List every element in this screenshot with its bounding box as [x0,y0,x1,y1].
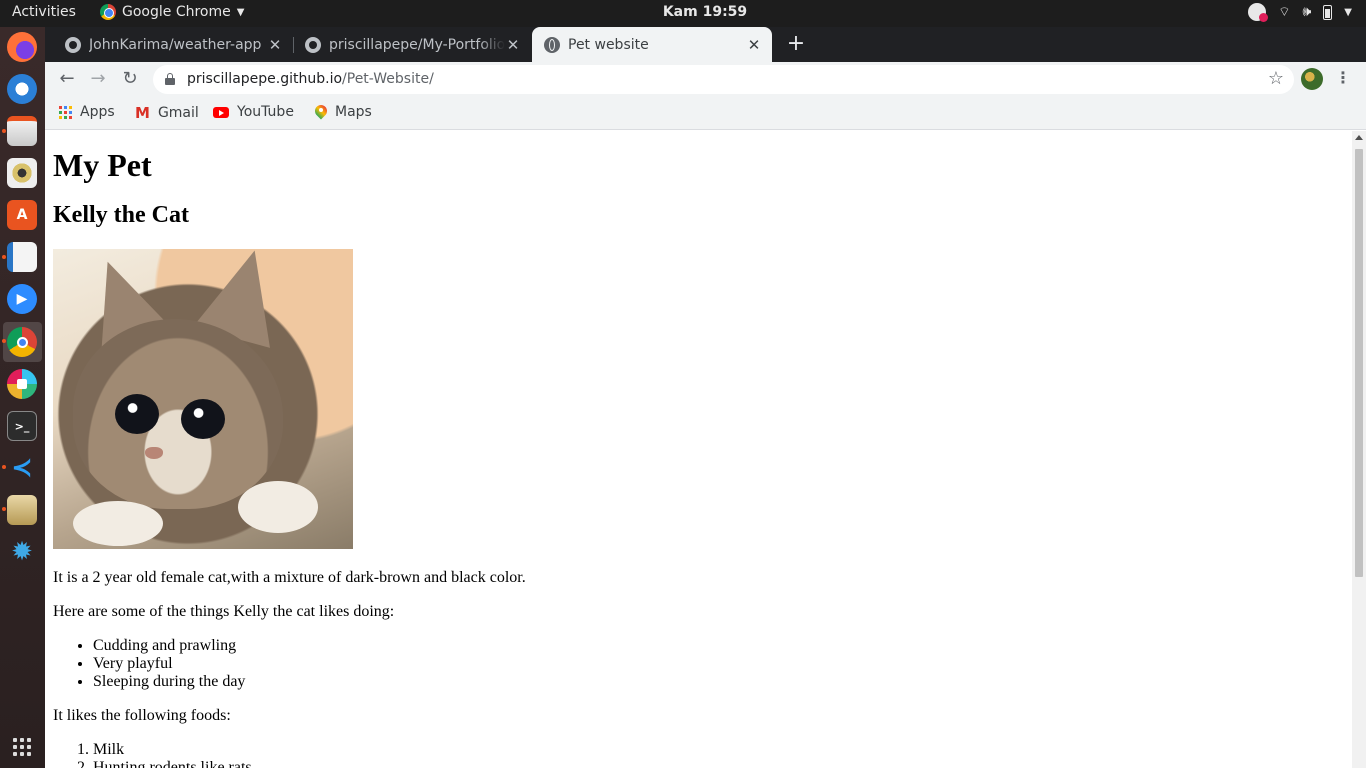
bookmark-label: Apps [80,104,115,120]
close-icon[interactable]: ✕ [746,36,762,54]
foods-list: Milk Hunting rodents like rats [53,741,1343,768]
page-scrollbar[interactable] [1352,131,1366,768]
software-center-icon[interactable]: A [7,200,37,230]
list-item: Milk [93,741,1343,759]
tab-pet-website[interactable]: Pet website ✕ [532,27,772,62]
close-icon[interactable]: ✕ [505,36,521,54]
firefox-icon[interactable] [7,32,37,62]
slack-status-icon[interactable] [1248,3,1269,22]
lock-icon[interactable] [165,73,175,85]
terminal-icon[interactable]: >_ [7,411,37,441]
zoom-icon[interactable]: ▶ [7,284,37,314]
wifi-icon[interactable]: ⌔ [1278,4,1290,20]
browser-toolbar: ← → ↻ priscillapepe.github.io/Pet-Websit… [45,62,1366,96]
thunderbird-icon[interactable] [7,74,37,104]
clock[interactable]: Kam 19:59 [0,4,1366,20]
pet-name-heading: Kelly the Cat [53,202,189,228]
github-icon [305,36,321,53]
battery-icon[interactable] [1323,4,1333,20]
reload-button[interactable]: ↻ [118,67,142,91]
chevron-down-icon[interactable]: ▼ [1344,7,1352,18]
list-item: Cudding and prawling [93,637,1343,655]
bookmarks-bar: Apps M Gmail YouTube Maps [45,96,1366,130]
forward-button[interactable]: → [86,67,110,91]
tab-title: JohnKarima/weather-app [89,36,262,53]
bookmark-label: YouTube [237,104,294,120]
running-indicator [2,255,6,259]
likes-list: Cudding and prawling Very playful Sleepi… [53,637,1343,691]
chrome-menu-icon[interactable]: ⋮ [1335,68,1351,87]
bookmark-label: Gmail [157,105,199,121]
vscode-icon[interactable]: ≺ [7,453,37,483]
page-content: My Pet Kelly the Cat It is a 2 year old … [53,131,1343,768]
chrome-window: JohnKarima/weather-app ✕ priscillapepe/M… [45,27,1366,768]
gmail-icon: M [135,104,150,122]
page-viewport[interactable]: My Pet Kelly the Cat It is a 2 year old … [45,131,1352,768]
cat-paw-right [238,481,318,533]
bookmark-youtube[interactable]: YouTube [213,104,294,120]
github-icon [65,36,81,53]
foods-intro: It likes the following foods: [53,707,231,724]
running-indicator [2,507,6,511]
list-item: Very playful [93,655,1343,673]
cat-nose [145,447,163,459]
new-tab-button[interactable]: + [783,32,809,58]
slack-icon[interactable] [7,369,37,399]
pet-description: It is a 2 year old female cat,with a mix… [53,569,526,586]
tab-portfolio[interactable]: priscillapepe/My-Portfolio ✕ [293,27,531,62]
bookmark-star-icon[interactable]: ☆ [1268,68,1284,89]
apps-grid-icon [59,105,72,119]
ubuntu-dock: A ▶ >_ ≺ ✹ [0,27,45,768]
rhythmbox-icon[interactable] [7,158,37,188]
globe-icon [544,36,560,53]
volume-icon[interactable]: 🕪 [1302,4,1311,20]
running-indicator [2,465,6,469]
chrome-dock-icon[interactable] [7,327,37,357]
page-title: My Pet [53,147,152,183]
address-bar[interactable]: priscillapepe.github.io/Pet-Website/ ☆ [153,65,1294,94]
bookmark-label: Maps [335,104,372,120]
running-indicator [2,129,6,133]
close-icon[interactable]: ✕ [267,36,283,54]
writer-icon[interactable] [7,242,37,272]
tab-weather-app[interactable]: JohnKarima/weather-app ✕ [53,27,293,62]
settings-icon[interactable]: ✹ [7,537,37,567]
scrollbar-thumb[interactable] [1355,149,1363,577]
cat-head [73,319,283,509]
back-button[interactable]: ← [55,67,79,91]
tab-title: priscillapepe/My-Portfolio [329,36,505,53]
scroll-up-arrow-icon[interactable] [1355,135,1363,140]
image-viewer-icon[interactable] [7,495,37,525]
files-icon[interactable] [7,116,37,146]
bookmark-apps[interactable]: Apps [59,104,115,120]
cat-eye-right [181,399,225,439]
cat-paw-left [73,501,163,546]
bookmark-gmail[interactable]: M Gmail [135,104,199,122]
tab-title: Pet website [568,36,649,53]
bookmark-maps[interactable]: Maps [315,104,372,120]
list-item: Hunting rodents like rats [93,759,1343,768]
list-item: Sleeping during the day [93,673,1343,691]
show-applications-icon[interactable] [7,732,37,762]
cat-eye-left [115,394,159,434]
maps-icon [315,105,327,120]
cat-photo [53,249,353,549]
profile-avatar[interactable] [1301,68,1323,90]
tab-strip: JohnKarima/weather-app ✕ priscillapepe/M… [45,27,1366,62]
gnome-top-bar: Activities Google Chrome ▼ Kam 19:59 ⌔ 🕪… [0,0,1366,27]
youtube-icon [213,106,229,118]
system-tray[interactable]: ⌔ 🕪 ▼ [1248,3,1352,22]
running-indicator [2,339,6,343]
url-text[interactable]: priscillapepe.github.io/Pet-Website/ [187,71,434,87]
likes-intro: Here are some of the things Kelly the ca… [53,603,395,620]
